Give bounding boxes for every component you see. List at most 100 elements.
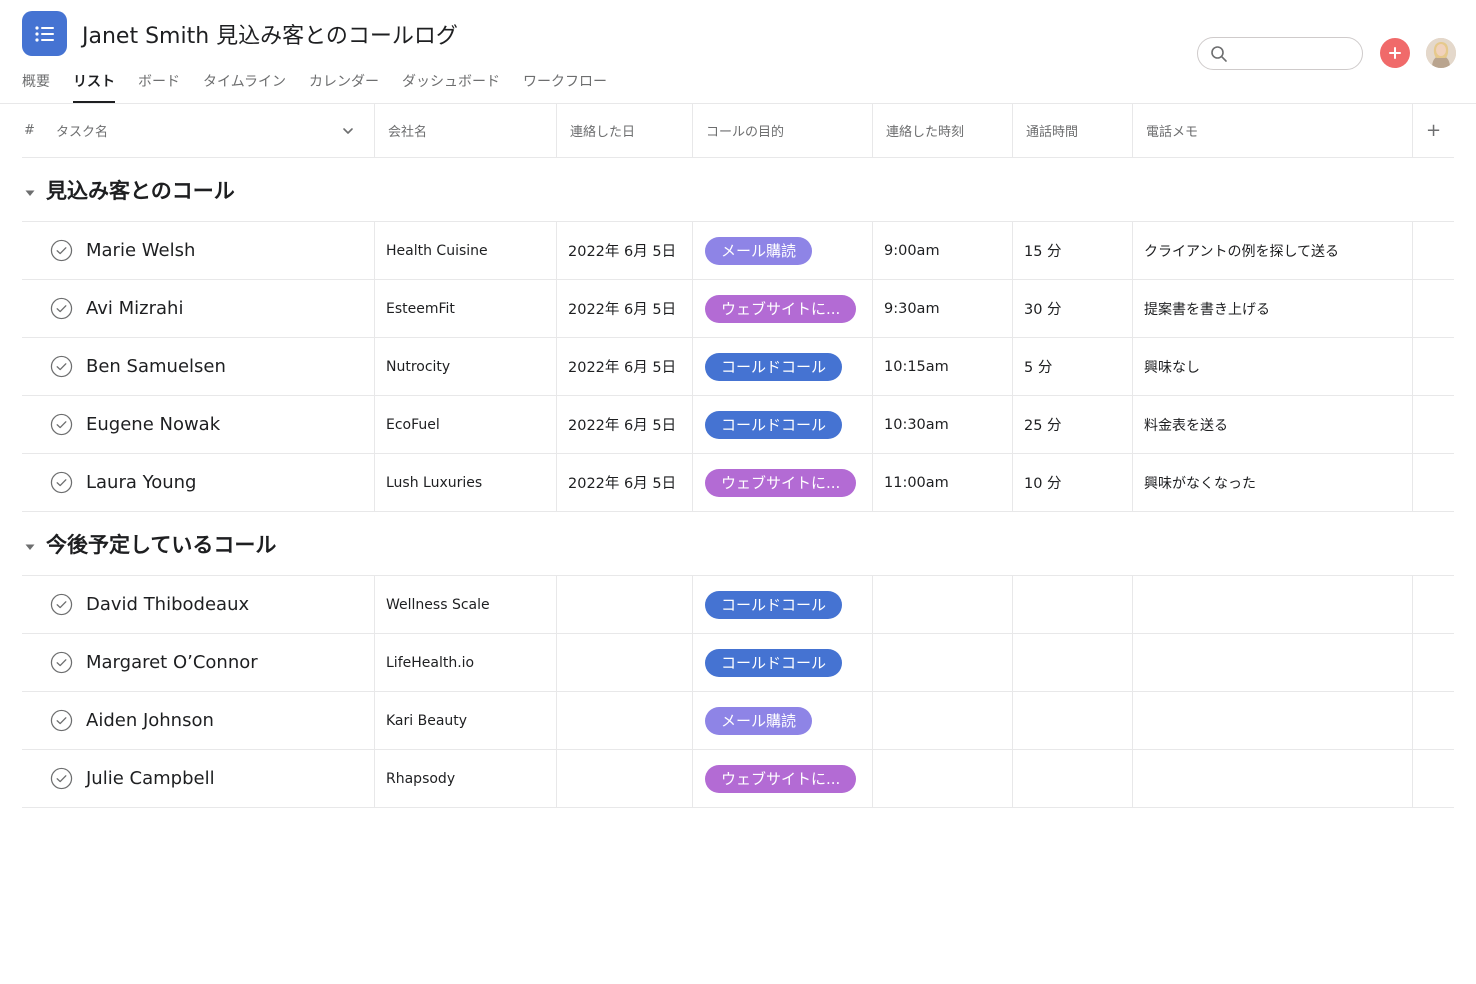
purpose-tag[interactable]: コールドコール <box>705 590 843 619</box>
tab-list[interactable]: リスト <box>73 66 115 103</box>
purpose-cell[interactable]: メール購読 <box>705 692 813 749</box>
complete-check-icon[interactable] <box>50 471 73 494</box>
purpose-cell[interactable]: メール購読 <box>705 222 813 279</box>
task-name-cell[interactable]: David Thibodeaux <box>50 576 249 633</box>
app-header: Janet Smith 見込み客とのコールログ 概要 リスト ボード タイムライ… <box>0 0 1476 104</box>
company-cell[interactable]: LifeHealth.io <box>386 634 474 691</box>
table-row[interactable]: Marie Welsh Health Cuisine 2022年 6月 5日 メール購… <box>22 222 1454 280</box>
date-cell[interactable]: 2022年 6月 5日 <box>568 280 676 337</box>
purpose-tag[interactable]: コールドコール <box>705 648 843 677</box>
company-cell[interactable]: EsteemFit <box>386 280 455 337</box>
task-name-cell[interactable]: Laura Young <box>50 454 196 511</box>
search-box[interactable] <box>1197 37 1363 70</box>
company-cell[interactable]: Wellness Scale <box>386 576 490 633</box>
add-button[interactable] <box>1380 38 1410 68</box>
complete-check-icon[interactable] <box>50 355 73 378</box>
add-column-button[interactable]: + <box>1426 104 1441 157</box>
tab-timeline[interactable]: タイムライン <box>203 66 286 103</box>
purpose-tag[interactable]: コールドコール <box>705 352 843 381</box>
memo-cell[interactable]: 興味なし <box>1144 338 1200 395</box>
date-cell[interactable]: 2022年 6月 5日 <box>568 222 676 279</box>
duration-cell[interactable]: 5 分 <box>1024 338 1052 395</box>
column-call-purpose[interactable]: コールの目的 <box>706 104 784 157</box>
date-cell[interactable]: 2022年 6月 5日 <box>568 454 676 511</box>
avatar[interactable] <box>1426 38 1456 68</box>
company-cell[interactable]: Nutrocity <box>386 338 450 395</box>
date-cell[interactable]: 2022年 6月 5日 <box>568 396 676 453</box>
task-name-cell[interactable]: Marie Welsh <box>50 222 195 279</box>
section-header[interactable]: 今後予定しているコール <box>22 512 1454 576</box>
purpose-cell[interactable]: コールドコール <box>705 396 843 453</box>
sort-chevron-icon[interactable] <box>342 104 354 157</box>
memo-cell[interactable]: 提案書を書き上げる <box>1144 280 1270 337</box>
company-cell[interactable]: Kari Beauty <box>386 692 467 749</box>
task-name-cell[interactable]: Margaret O’Connor <box>50 634 258 691</box>
tab-board[interactable]: ボード <box>138 66 180 103</box>
purpose-tag[interactable]: ウェブサイトに... <box>705 294 857 323</box>
time-cell[interactable]: 11:00am <box>884 454 949 511</box>
table-row[interactable]: Ben Samuelsen Nutrocity 2022年 6月 5日 コールドコール… <box>22 338 1454 396</box>
table-row[interactable]: Avi Mizrahi EsteemFit 2022年 6月 5日 ウェブサイトに..… <box>22 280 1454 338</box>
purpose-tag[interactable]: ウェブサイトに... <box>705 764 857 793</box>
time-cell[interactable]: 9:00am <box>884 222 940 279</box>
purpose-tag[interactable]: コールドコール <box>705 410 843 439</box>
table-row[interactable]: David Thibodeaux Wellness Scale コールドコール <box>22 576 1454 634</box>
memo-cell[interactable]: 料金表を送る <box>1144 396 1228 453</box>
purpose-cell[interactable]: コールドコール <box>705 338 843 395</box>
time-cell[interactable]: 9:30am <box>884 280 940 337</box>
task-name-cell[interactable]: Aiden Johnson <box>50 692 214 749</box>
search-input[interactable] <box>1234 42 1354 66</box>
table-row[interactable]: Eugene Nowak EcoFuel 2022年 6月 5日 コールドコール 10:… <box>22 396 1454 454</box>
company-cell[interactable]: EcoFuel <box>386 396 440 453</box>
table-row[interactable]: Laura Young Lush Luxuries 2022年 6月 5日 ウェブサイ… <box>22 454 1454 512</box>
tab-overview[interactable]: 概要 <box>22 66 50 103</box>
table-row[interactable]: Aiden Johnson Kari Beauty メール購読 <box>22 692 1454 750</box>
complete-check-icon[interactable] <box>50 239 73 262</box>
column-contact-time[interactable]: 連絡した時刻 <box>886 104 964 157</box>
task-name-cell[interactable]: Ben Samuelsen <box>50 338 226 395</box>
duration-cell[interactable]: 10 分 <box>1024 454 1062 511</box>
task-name-cell[interactable]: Avi Mizrahi <box>50 280 183 337</box>
duration-cell[interactable]: 25 分 <box>1024 396 1062 453</box>
company-cell[interactable]: Rhapsody <box>386 750 455 807</box>
purpose-tag[interactable]: メール購読 <box>705 706 813 735</box>
complete-check-icon[interactable] <box>50 297 73 320</box>
time-cell[interactable]: 10:30am <box>884 396 949 453</box>
tab-workflow[interactable]: ワークフロー <box>523 66 607 103</box>
duration-cell[interactable]: 30 分 <box>1024 280 1062 337</box>
company-cell[interactable]: Health Cuisine <box>386 222 488 279</box>
memo-cell[interactable]: 興味がなくなった <box>1144 454 1256 511</box>
complete-check-icon[interactable] <box>50 709 73 732</box>
caret-down-icon[interactable] <box>24 184 36 196</box>
purpose-cell[interactable]: コールドコール <box>705 576 843 633</box>
complete-check-icon[interactable] <box>50 413 73 436</box>
memo-cell[interactable]: クライアントの例を探して送る <box>1144 222 1339 279</box>
task-name-cell[interactable]: Eugene Nowak <box>50 396 220 453</box>
purpose-tag[interactable]: メール購読 <box>705 236 813 265</box>
section-header[interactable]: 見込み客とのコール <box>22 158 1454 222</box>
table-row[interactable]: Margaret O’Connor LifeHealth.io コールドコール <box>22 634 1454 692</box>
column-contact-date[interactable]: 連絡した日 <box>570 104 635 157</box>
purpose-cell[interactable]: ウェブサイトに... <box>705 750 857 807</box>
company-cell[interactable]: Lush Luxuries <box>386 454 482 511</box>
purpose-tag[interactable]: ウェブサイトに... <box>705 468 857 497</box>
date-cell[interactable]: 2022年 6月 5日 <box>568 338 676 395</box>
column-duration[interactable]: 通話時間 <box>1026 104 1078 157</box>
table-row[interactable]: Julie Campbell Rhapsody ウェブサイトに... <box>22 750 1454 808</box>
tab-dashboard[interactable]: ダッシュボード <box>402 66 500 103</box>
column-task-name[interactable]: タスク名 <box>56 104 108 157</box>
time-cell[interactable]: 10:15am <box>884 338 949 395</box>
duration-cell[interactable]: 15 分 <box>1024 222 1062 279</box>
task-name-cell[interactable]: Julie Campbell <box>50 750 215 807</box>
column-company[interactable]: 会社名 <box>388 104 427 157</box>
complete-check-icon[interactable] <box>50 767 73 790</box>
purpose-cell[interactable]: ウェブサイトに... <box>705 280 857 337</box>
caret-down-icon[interactable] <box>24 538 36 550</box>
complete-check-icon[interactable] <box>50 651 73 674</box>
purpose-cell[interactable]: コールドコール <box>705 634 843 691</box>
tab-calendar[interactable]: カレンダー <box>309 66 379 103</box>
list-app-icon <box>22 11 67 56</box>
purpose-cell[interactable]: ウェブサイトに... <box>705 454 857 511</box>
column-call-memo[interactable]: 電話メモ <box>1146 104 1198 157</box>
complete-check-icon[interactable] <box>50 593 73 616</box>
